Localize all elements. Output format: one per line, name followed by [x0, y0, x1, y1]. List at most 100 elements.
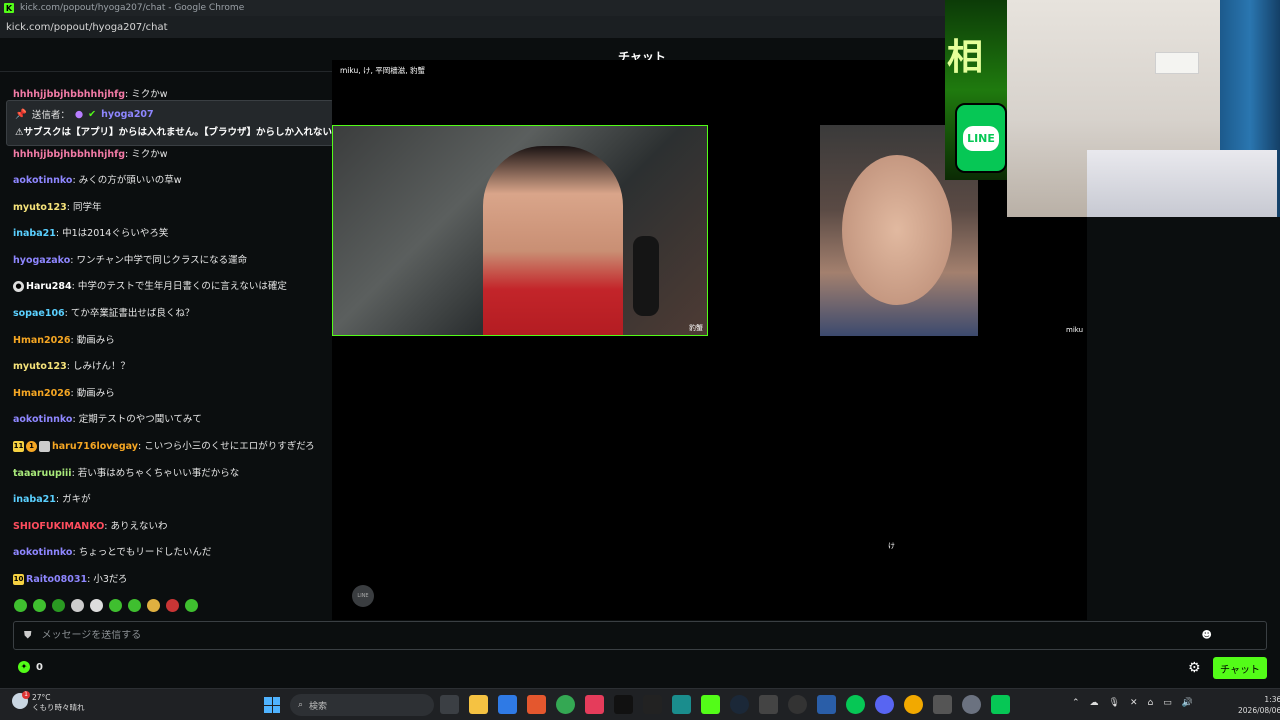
terminal-icon[interactable] — [643, 695, 662, 714]
chat-text: みくの方が頭いいの草w — [78, 175, 182, 186]
emote-bar[interactable] — [14, 599, 198, 612]
system-tray[interactable]: ⌃ ☁ 🎙 ✕ ⌂ ▭ 🔊 — [1072, 698, 1193, 708]
chat-username[interactable]: Hman2026 — [13, 388, 70, 399]
chat-message[interactable]: aokotinnko: 定期テストのやつ聞いてみて — [13, 411, 202, 425]
chat-message[interactable]: Hman2026: 動画みら — [13, 385, 115, 399]
settings-gear-icon[interactable]: ⚙ — [1188, 660, 1201, 676]
chat-message[interactable]: myuto123: しみけん！？ — [13, 358, 130, 372]
chat-text: 中学のテストで生年月日書くのに言えないは確定 — [77, 281, 287, 292]
chat-message[interactable]: Hman2026: 動画みら — [13, 332, 115, 346]
chat-username[interactable]: aokotinnko — [13, 547, 72, 558]
chat-username[interactable]: hyogazako — [13, 255, 70, 266]
avatar-badge-icon — [39, 441, 50, 452]
tiktok-icon[interactable] — [614, 695, 633, 714]
network-icon[interactable]: ⌂ — [1148, 698, 1154, 708]
chat-username[interactable]: myuto123 — [13, 361, 67, 372]
chat-text: 動画みら — [76, 335, 115, 346]
display-icon[interactable]: ▭ — [1163, 698, 1172, 708]
chat-username[interactable]: Haru284 — [26, 281, 72, 292]
task-view-icon[interactable] — [440, 695, 459, 714]
person-silhouette — [483, 146, 623, 335]
chat-username[interactable]: inaba21 — [13, 228, 56, 239]
chat-message[interactable]: hyogazako: ワンチャン中学で同じクラスになる運命 — [13, 252, 247, 266]
chat-message[interactable]: inaba21: ガキが — [13, 491, 91, 505]
app-icon[interactable] — [498, 695, 517, 714]
chat-message[interactable]: aokotinnko: ちょっとでもリードしたいんだ — [13, 544, 211, 558]
bed-shape — [1087, 150, 1277, 217]
chat-message[interactable]: hhhhjjbbjhbbhhhjhfg: ミクかw — [13, 146, 168, 160]
chat-username[interactable]: hhhhjjbbjhbbhhhjhfg — [13, 149, 125, 160]
steam-icon[interactable] — [730, 695, 749, 714]
app-icon[interactable] — [759, 695, 778, 714]
line-icon[interactable] — [846, 695, 865, 714]
chat-message[interactable]: 10 Raito08031: 小3だろ — [13, 571, 127, 585]
emote-icon[interactable] — [90, 599, 103, 612]
emote-icon[interactable] — [52, 599, 65, 612]
app-icon[interactable] — [933, 695, 952, 714]
send-chat-button[interactable]: チャット — [1213, 657, 1267, 679]
discord-icon[interactable] — [875, 695, 894, 714]
emote-icon[interactable] — [33, 599, 46, 612]
cloud-sync-icon[interactable]: ☁ — [1090, 698, 1099, 708]
chat-message[interactable]: 11 1 haru716lovegay: こいつら小三のくせにエロがりすぎだろ — [13, 438, 315, 452]
volume-icon[interactable]: 🔊 — [1182, 698, 1193, 708]
chrome-icon[interactable] — [556, 695, 575, 714]
file-explorer-icon[interactable] — [469, 695, 488, 714]
brave-browser-icon[interactable] — [527, 695, 546, 714]
notification-badge: 1 — [22, 691, 30, 699]
microphone-tray-icon[interactable]: 🎙 — [1109, 698, 1120, 708]
emote-icon[interactable] — [166, 599, 179, 612]
clock[interactable]: 1:36 2026/08/06 — [1238, 694, 1280, 716]
bluetooth-icon[interactable]: ✕ — [1130, 698, 1138, 708]
chat-input-box[interactable]: ⛊ ☻ — [13, 621, 1267, 650]
kick-icon[interactable] — [701, 695, 720, 714]
chat-username[interactable]: Hman2026 — [13, 335, 70, 346]
camera-name-label: 豹蟹 — [689, 324, 703, 332]
obs-icon[interactable] — [788, 695, 807, 714]
chat-username[interactable]: myuto123 — [13, 202, 67, 213]
weather-widget[interactable]: 1 27°C くもり時々晴れ — [12, 691, 85, 713]
chat-username[interactable]: aokotinnko — [13, 414, 72, 425]
chat-username[interactable]: SHIOFUKIMANKO — [13, 521, 104, 532]
emoji-icon[interactable]: ☻ — [1202, 630, 1212, 641]
app-icon[interactable] — [817, 695, 836, 714]
chat-message[interactable]: sopae106: てか卒業証書出せば良くね？ — [13, 305, 194, 319]
channel-points[interactable]: ✦ 0 — [18, 661, 43, 673]
chat-username[interactable]: haru716lovegay — [52, 441, 138, 452]
start-button-icon[interactable] — [264, 697, 280, 713]
chat-message[interactable]: aokotinnko: みくの方が頭いいの草w — [13, 172, 181, 186]
url-text[interactable]: kick.com/popout/hyoga207/chat — [6, 22, 168, 33]
emote-icon[interactable] — [14, 599, 27, 612]
chat-message[interactable]: taaaruupiii: 若い事はめちゃくちゃいい事だからな — [13, 465, 239, 479]
chat-message[interactable]: SHIOFUKIMANKO: ありえないわ — [13, 518, 168, 532]
shield-icon[interactable]: ⛊ — [24, 630, 32, 641]
chat-message[interactable]: inaba21: 中1は2014ぐらいやろ笑 — [13, 225, 168, 239]
chat-username[interactable]: aokotinnko — [13, 175, 72, 186]
chat-username[interactable]: Raito08031 — [26, 574, 87, 585]
emote-icon[interactable] — [147, 599, 160, 612]
emote-icon[interactable] — [185, 599, 198, 612]
pinned-sender-name[interactable]: hyoga207 — [101, 109, 154, 120]
chat-username[interactable]: inaba21 — [13, 494, 56, 505]
app-icon[interactable] — [585, 695, 604, 714]
chat-input[interactable] — [41, 630, 1192, 641]
emote-icon[interactable] — [109, 599, 122, 612]
clock-date: 2026/08/06 — [1238, 706, 1280, 715]
app-icon[interactable] — [904, 695, 923, 714]
chevron-up-icon[interactable]: ⌃ — [1072, 698, 1080, 708]
chat-username[interactable]: sopae106 — [13, 308, 65, 319]
chat-text: ありえないわ — [110, 521, 168, 532]
pinned-message[interactable]: 📌 送信者： ● ✔ hyoga207 ⚠サブスクは【アプリ】からは入れません。… — [6, 100, 334, 146]
line-active-icon[interactable] — [991, 695, 1010, 714]
chat-username[interactable]: taaaruupiii — [13, 468, 72, 479]
subscriber-badge: 10 — [13, 574, 24, 585]
windows-taskbar: 1 27°C くもり時々晴れ ⌕ 検索 ⌃ ☁ 🎙 ✕ ⌂ ▭ 🔊 1:36 2… — [0, 688, 1280, 720]
chat-message[interactable]: myuto123: 同学年 — [13, 199, 102, 213]
emote-icon[interactable] — [128, 599, 141, 612]
app-icon[interactable] — [672, 695, 691, 714]
pinned-sender-label: 送信者： — [31, 110, 70, 121]
settings-icon[interactable] — [962, 695, 981, 714]
taskbar-search[interactable]: ⌕ 検索 — [290, 694, 434, 716]
chat-message[interactable]: ● Haru284: 中学のテストで生年月日書くのに言えないは確定 — [13, 278, 287, 292]
emote-icon[interactable] — [71, 599, 84, 612]
